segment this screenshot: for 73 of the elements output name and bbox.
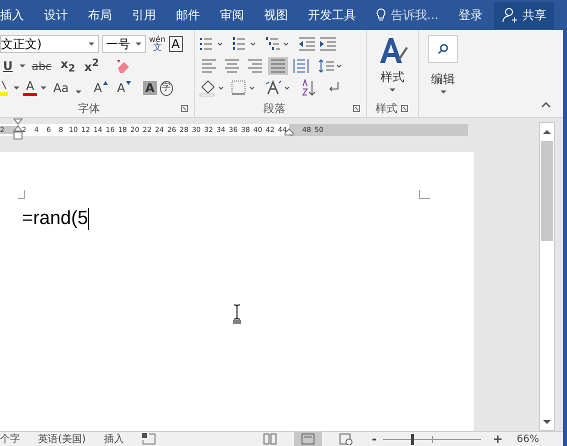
change-case-button[interactable]: Aa bbox=[50, 81, 72, 95]
highlighter-icon[interactable] bbox=[0, 79, 10, 97]
ribbon-tab[interactable]: 设计 bbox=[44, 6, 68, 24]
character-border-button[interactable]: A bbox=[168, 36, 183, 52]
dropdown-caret-icon[interactable] bbox=[135, 42, 142, 46]
superscript-button[interactable]: x$^{2}$ bbox=[81, 58, 102, 74]
tell-me-field[interactable]: 告诉我... bbox=[376, 6, 438, 24]
align-icon[interactable] bbox=[222, 57, 242, 75]
group-label: 样式 bbox=[376, 101, 398, 116]
align-icon[interactable] bbox=[291, 57, 311, 75]
align-icon[interactable] bbox=[199, 57, 219, 75]
scroll-down-icon[interactable] bbox=[543, 420, 551, 424]
view-button[interactable] bbox=[294, 432, 322, 446]
up-triangle-icon bbox=[103, 81, 108, 85]
styles-button[interactable]: 样式 bbox=[378, 33, 408, 92]
align-icon[interactable] bbox=[268, 57, 288, 75]
word-count[interactable]: 个字 bbox=[0, 432, 20, 446]
dialog-launcher-icon[interactable] bbox=[353, 105, 360, 112]
enclose-character-button[interactable]: 字 bbox=[160, 80, 173, 96]
vertical-scrollbar[interactable] bbox=[539, 122, 555, 431]
dropdown-caret-icon[interactable] bbox=[88, 42, 95, 46]
multilevel-list-icon[interactable] bbox=[265, 37, 291, 51]
font-name-dropdown[interactable]: 文正文) bbox=[0, 35, 99, 53]
ribbon-tab[interactable]: 布局 bbox=[88, 6, 112, 24]
macro-recording-icon[interactable] bbox=[142, 433, 156, 445]
dropdown-caret-icon[interactable] bbox=[440, 90, 446, 94]
search-icon bbox=[437, 43, 449, 55]
increase-indent-icon[interactable] bbox=[319, 37, 337, 51]
ribbon-tab[interactable]: 插入 bbox=[0, 6, 24, 24]
dropdown-caret-icon[interactable] bbox=[40, 86, 48, 90]
zoom-out-button[interactable]: - bbox=[372, 432, 377, 446]
line-spacing-icon[interactable] bbox=[318, 58, 344, 74]
language-status[interactable]: 英语(美国) bbox=[38, 432, 86, 446]
ribbon-tab[interactable]: 开发工具 bbox=[308, 6, 356, 24]
underline-button[interactable]: U bbox=[0, 59, 16, 73]
shrink-font-button[interactable]: A bbox=[114, 81, 134, 95]
document-text: =rand(5 bbox=[22, 208, 88, 230]
font-color-button[interactable]: A bbox=[23, 80, 38, 96]
editing-button[interactable]: 编辑 bbox=[428, 33, 458, 94]
dropdown-caret-icon[interactable] bbox=[389, 88, 396, 92]
strikethrough-button[interactable]: abc bbox=[28, 60, 55, 72]
scroll-up-icon[interactable] bbox=[543, 128, 551, 134]
zoom-level[interactable]: 66% bbox=[516, 434, 539, 444]
ribbon-tab[interactable]: 引用 bbox=[132, 6, 156, 24]
dropdown-caret-icon[interactable] bbox=[18, 64, 26, 68]
zoom-in-button[interactable]: + bbox=[492, 432, 503, 446]
dropdown-caret-icon[interactable] bbox=[13, 86, 20, 90]
insert-mode-status[interactable]: 插入 bbox=[104, 432, 124, 446]
down-triangle-icon bbox=[126, 81, 132, 85]
lightbulb-icon bbox=[376, 8, 386, 22]
dialog-launcher-icon[interactable] bbox=[400, 105, 408, 112]
sort-icon[interactable] bbox=[300, 79, 318, 97]
person-icon bbox=[502, 7, 518, 23]
i-beam-cursor-icon bbox=[232, 304, 242, 324]
subscript-button[interactable]: x$_{2}$ bbox=[58, 57, 78, 75]
indent-marker[interactable] bbox=[13, 118, 23, 140]
phonetic-guide-button[interactable]: wén 文 bbox=[149, 36, 166, 52]
share-button[interactable]: 共享 bbox=[494, 2, 554, 28]
sign-in-link[interactable]: 登录 bbox=[458, 6, 482, 24]
grow-font-button[interactable]: A bbox=[90, 81, 111, 95]
decrease-indent-icon[interactable] bbox=[298, 37, 316, 51]
character-shading-button[interactable]: A bbox=[143, 81, 157, 95]
dropdown-caret-icon[interactable] bbox=[74, 90, 82, 94]
group-label: 段落 bbox=[262, 101, 286, 116]
group-label: 字体 bbox=[77, 101, 101, 116]
dialog-launcher-icon[interactable] bbox=[181, 105, 188, 112]
ribbon-tab[interactable]: 邮件 bbox=[176, 6, 200, 24]
ribbon-tab[interactable]: 审阅 bbox=[220, 6, 244, 24]
collapse-ribbon-icon[interactable] bbox=[541, 101, 551, 109]
scrollbar-thumb[interactable] bbox=[541, 141, 553, 241]
align-icon[interactable] bbox=[245, 57, 265, 75]
ribbon-tab[interactable]: 视图 bbox=[264, 6, 288, 24]
font-size-dropdown[interactable]: 一号 bbox=[102, 35, 146, 53]
